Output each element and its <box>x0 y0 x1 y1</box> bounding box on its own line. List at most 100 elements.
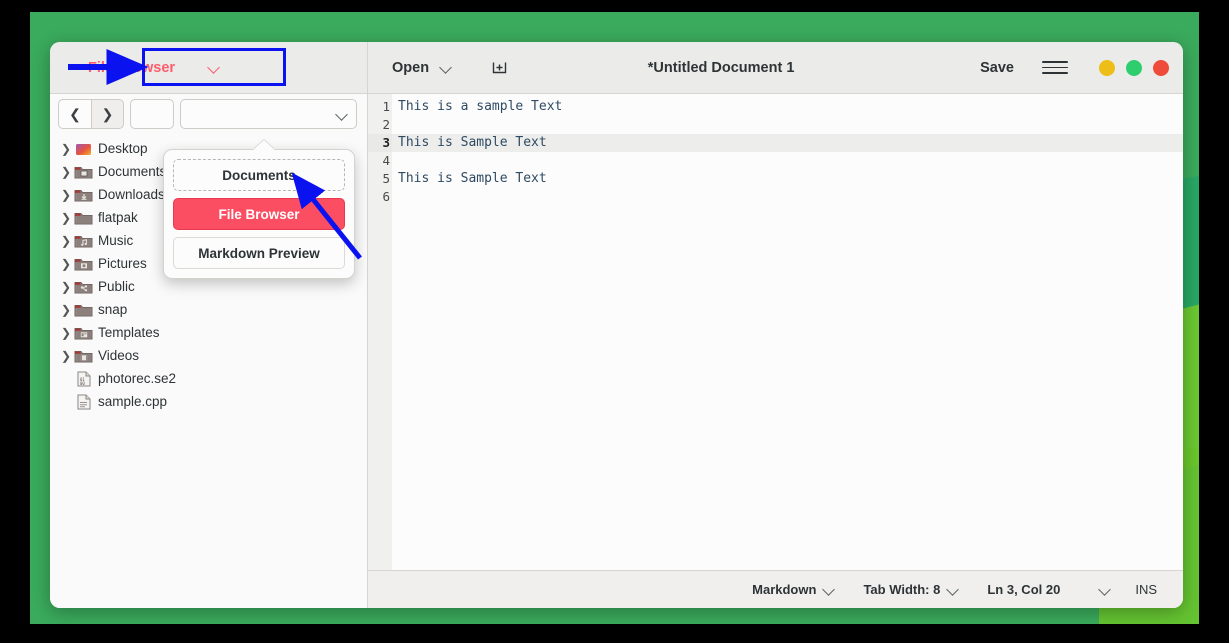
editor-statusbar: Markdown Tab Width: 8 Ln 3, Col 20 INS <box>368 570 1183 608</box>
panel-switcher-button[interactable]: File Browser <box>76 55 230 81</box>
folder-downloads-icon <box>74 186 93 203</box>
document-title: *Untitled Document 1 <box>472 60 970 76</box>
chevron-down-icon <box>337 109 348 120</box>
chevron-left-icon[interactable]: ❮ <box>58 99 91 129</box>
tab-width-selector[interactable]: Tab Width: 8 <box>849 578 973 601</box>
folder-pictures-icon <box>74 255 93 272</box>
file-tree-label: sample.cpp <box>98 394 167 409</box>
line-number: 5 <box>368 170 392 188</box>
file-tree-label: Public <box>98 279 135 294</box>
panel-switcher-popover: Documents File Browser Markdown Preview <box>163 140 355 279</box>
line-number: 3 <box>368 134 392 152</box>
line-number: 4 <box>368 152 392 170</box>
popover-item-label: File Browser <box>218 207 299 222</box>
file-tree-label: Videos <box>98 348 139 363</box>
editor-line[interactable]: This is Sample Text <box>392 170 1183 188</box>
editor-line[interactable]: This is Sample Text <box>392 134 1183 152</box>
chevron-down-icon <box>209 62 220 73</box>
save-button-label: Save <box>980 60 1014 76</box>
line-number: 1 <box>368 98 392 116</box>
chevron-down-icon <box>824 584 835 595</box>
minimize-button[interactable] <box>1099 60 1115 76</box>
folder-templates-icon <box>74 324 93 341</box>
file-tree-row[interactable]: sample.cpp <box>50 390 367 413</box>
text-editor-area[interactable]: 123456 This is a sample Text This is Samp… <box>368 94 1183 570</box>
popover-item-label: Markdown Preview <box>198 246 320 261</box>
save-button[interactable]: Save <box>970 55 1024 81</box>
chevron-right-icon[interactable]: ❯ <box>58 349 74 363</box>
cursor-position-label: Ln 3, Col 20 <box>987 582 1060 597</box>
file-tree-row[interactable]: ❯ Templates <box>50 321 367 344</box>
file-tree-label: flatpak <box>98 210 138 225</box>
line-number-gutter: 123456 <box>368 94 392 570</box>
popover-item-documents[interactable]: Documents <box>173 159 345 191</box>
editor-pane: 123456 This is a sample Text This is Samp… <box>368 94 1183 608</box>
binary-file-icon: 0100 <box>74 370 93 387</box>
popover-item-file-browser[interactable]: File Browser <box>173 198 345 230</box>
desktop-background: File Browser Open *Untitled Document 1 <box>30 12 1199 624</box>
file-tree-label: Documents <box>98 164 166 179</box>
chevron-right-icon[interactable]: ❯ <box>91 99 124 129</box>
text-file-icon <box>74 393 93 410</box>
line-number: 2 <box>368 116 392 134</box>
path-dropdown-button[interactable] <box>180 99 357 129</box>
insert-mode-label: INS <box>1125 578 1167 601</box>
chevron-right-icon[interactable]: ❯ <box>58 257 74 271</box>
file-tree-label: Downloads <box>98 187 165 202</box>
hamburger-icon[interactable] <box>1042 55 1068 81</box>
editor-scrollbar[interactable] <box>1174 94 1183 570</box>
close-button[interactable] <box>1153 60 1169 76</box>
editor-line[interactable] <box>392 152 1183 170</box>
chevron-right-icon[interactable]: ❯ <box>58 142 74 156</box>
file-browser-toolbar: ❮ ❯ <box>50 94 367 134</box>
file-tree-label: Pictures <box>98 256 147 271</box>
open-button-label: Open <box>392 60 429 76</box>
window-headerbar: File Browser Open *Untitled Document 1 <box>50 42 1183 94</box>
chevron-down-icon <box>1100 584 1111 595</box>
language-label: Markdown <box>752 582 816 597</box>
editor-line[interactable] <box>392 188 1183 206</box>
folder-icon <box>74 209 93 226</box>
file-tree-row[interactable]: ❯ snap <box>50 298 367 321</box>
chevron-right-icon[interactable]: ❯ <box>58 211 74 225</box>
line-number: 6 <box>368 188 392 206</box>
chevron-right-icon[interactable]: ❯ <box>58 280 74 294</box>
chevron-right-icon[interactable]: ❯ <box>58 303 74 317</box>
cursor-position-selector[interactable]: Ln 3, Col 20 <box>973 578 1125 601</box>
file-tree-label: snap <box>98 302 127 317</box>
folder-music-icon <box>74 232 93 249</box>
file-tree-label: Templates <box>98 325 160 340</box>
headerbar-left-section: File Browser <box>50 42 368 93</box>
file-tree-label: photorec.se2 <box>98 371 176 386</box>
language-selector[interactable]: Markdown <box>738 578 849 601</box>
panel-switcher-label: File Browser <box>88 60 175 76</box>
editor-line[interactable] <box>392 116 1183 134</box>
folder-documents-icon <box>74 163 93 180</box>
chevron-down-icon <box>948 584 959 595</box>
folder-videos-icon <box>74 347 93 364</box>
chevron-right-icon[interactable]: ❯ <box>58 234 74 248</box>
folder-icon <box>74 301 93 318</box>
editor-text-content[interactable]: This is a sample Text This is Sample Text… <box>392 94 1183 570</box>
file-tree-row[interactable]: ❯ Videos <box>50 344 367 367</box>
open-button[interactable]: Open <box>384 55 460 81</box>
file-tree-label: Music <box>98 233 133 248</box>
chevron-right-icon[interactable]: ❯ <box>58 188 74 202</box>
maximize-button[interactable] <box>1126 60 1142 76</box>
path-segment-button[interactable] <box>130 99 174 129</box>
popover-item-label: Documents <box>222 168 296 183</box>
chevron-down-icon <box>441 62 452 73</box>
file-tree-label: Desktop <box>98 141 148 156</box>
popover-item-markdown-preview[interactable]: Markdown Preview <box>173 237 345 269</box>
tab-width-label: Tab Width: 8 <box>863 582 940 597</box>
gnome-text-editor-window: File Browser Open *Untitled Document 1 <box>50 42 1183 608</box>
file-tree-row[interactable]: 0100 photorec.se2 <box>50 367 367 390</box>
chevron-right-icon[interactable]: ❯ <box>58 165 74 179</box>
popover-body: Documents File Browser Markdown Preview <box>163 149 355 279</box>
editor-line[interactable]: This is a sample Text <box>392 98 1183 116</box>
chevron-right-icon[interactable]: ❯ <box>58 326 74 340</box>
folder-desktop-icon <box>74 140 93 157</box>
popover-arrow <box>253 140 275 150</box>
headerbar-right-section: Open *Untitled Document 1 Save <box>368 42 1183 93</box>
nav-button-group: ❮ ❯ <box>58 99 124 129</box>
